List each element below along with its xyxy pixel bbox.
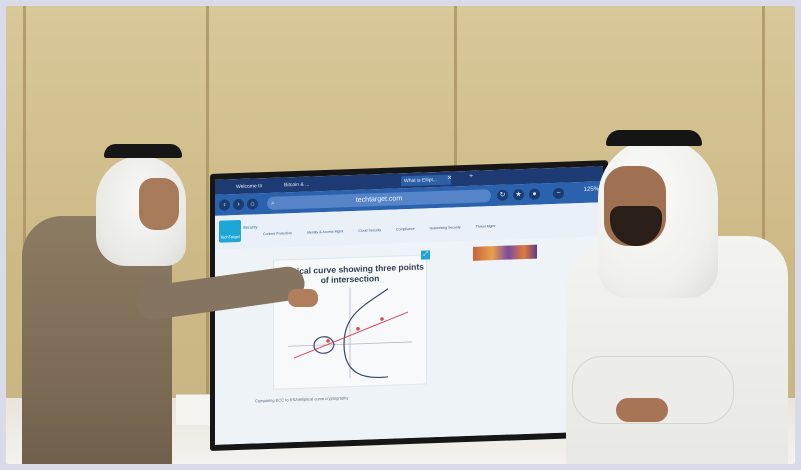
url-text: techtarget.com — [355, 195, 403, 204]
browser-tab-active[interactable]: What is Ellipt... — [401, 174, 451, 187]
person-left-pointing-hand — [288, 289, 318, 307]
new-tab-icon[interactable]: + — [469, 173, 473, 180]
photo: Welcome to Bitcoin & ... What is Ellipt.… — [6, 6, 795, 464]
home-icon[interactable]: ⌂ — [247, 198, 258, 210]
person-left-face — [139, 178, 179, 230]
lock-icon[interactable]: ● — [529, 188, 540, 200]
figure-caption: Comparing ECC to RSA/elliptical curve cr… — [255, 395, 349, 404]
nav-link[interactable]: Threat Mgmt — [476, 224, 496, 229]
television: Welcome to Bitcoin & ... What is Ellipt.… — [210, 160, 608, 451]
expand-icon[interactable]: ⤢ — [421, 250, 430, 260]
back-icon[interactable]: ‹ — [219, 199, 230, 211]
zoom-level: 125% — [583, 186, 599, 193]
search-icon: ⌕ — [271, 199, 275, 207]
bookmark-icon[interactable]: ★ — [513, 189, 524, 201]
nav-link[interactable]: Content Protection — [263, 231, 292, 236]
nav-link[interactable]: Compliance — [396, 227, 414, 232]
person-right-agal — [606, 130, 702, 146]
person-right-hand — [616, 398, 668, 422]
browser-tab[interactable]: Bitcoin & ... — [281, 179, 331, 191]
intersection-point — [356, 327, 360, 331]
site-logo[interactable]: TechTarget — [219, 219, 241, 243]
nav-link[interactable]: Networking Security — [430, 225, 461, 230]
nav-link[interactable]: Cloud Security — [358, 228, 381, 233]
person-left-agal — [104, 144, 182, 158]
intersection-point — [380, 317, 384, 321]
zoom-out-icon[interactable]: − — [553, 187, 564, 200]
forward-icon[interactable]: › — [233, 198, 244, 211]
intersection-point — [326, 339, 330, 343]
site-section-label[interactable]: Security — [243, 224, 257, 230]
browser-tab[interactable]: Welcome to — [233, 181, 275, 192]
article-thumbnail[interactable] — [473, 244, 537, 261]
close-icon[interactable]: ✕ — [447, 175, 452, 182]
tv-screen: Welcome to Bitcoin & ... What is Ellipt.… — [215, 166, 603, 445]
nav-link[interactable]: Identity & Access Mgmt — [307, 229, 343, 234]
refresh-icon[interactable]: ↻ — [497, 189, 508, 201]
curve-branch — [343, 288, 389, 379]
